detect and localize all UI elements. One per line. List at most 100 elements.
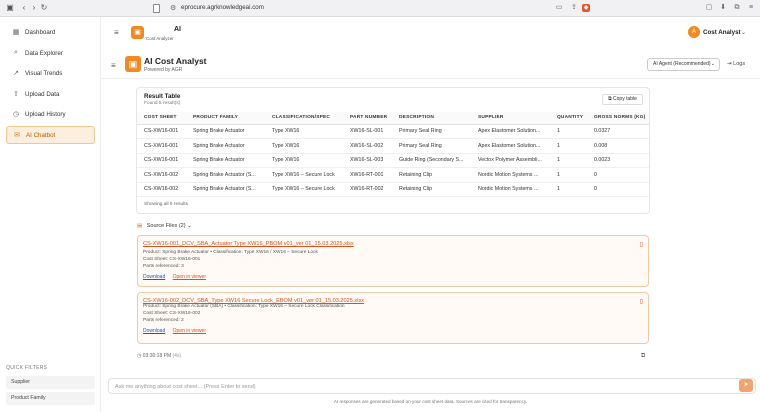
history-icon: ◷ — [12, 111, 20, 118]
source-file-product: Product: Spring Brake Actuator • Classif… — [143, 250, 318, 255]
table-cell: CS-XW16-002 — [137, 167, 186, 183]
site-info-icon[interactable]: ⚙ — [170, 4, 176, 12]
copy-icon: ⧉ — [608, 96, 612, 102]
download-icon[interactable]: ⬇ — [719, 4, 727, 12]
copy-table-button[interactable]: ⧉ Copy table — [602, 94, 643, 105]
chat-icon: ✉ — [14, 132, 20, 139]
quick-filter-product-family[interactable]: Product Family — [6, 392, 95, 405]
table-cell: 1 — [550, 167, 587, 183]
table-cell: CS-XW16-002 — [137, 182, 186, 197]
copy-icon[interactable]: ⧉ — [641, 353, 645, 360]
chevron-down-icon: ⌄ — [710, 61, 715, 67]
column-header: QUANTITY — [550, 112, 587, 125]
trend-icon: ↗ — [13, 70, 19, 77]
table-cell: CS-XW16-001 — [137, 153, 186, 168]
table-cell: 1 — [550, 182, 587, 197]
chevron-down-icon[interactable]: ⌄ — [741, 29, 746, 36]
table-cell: Nordic Motion Systems ... — [471, 182, 550, 197]
quick-filter-supplier[interactable]: Supplier — [6, 376, 95, 389]
table-cell: Guide Ring (Secondary S... — [392, 153, 471, 168]
table-cell: Retaining Clip — [392, 182, 471, 197]
avatar[interactable]: A — [688, 26, 700, 38]
source-files-toggle[interactable]: ▤ Source Files (2) ⌄ — [137, 223, 192, 229]
hamburger-icon[interactable]: ≡ — [114, 28, 119, 37]
source-file-actions: Download Open in viewer — [143, 274, 212, 280]
extension-icon[interactable]: ▭ — [555, 4, 563, 12]
column-header: PART NUMBER — [343, 112, 392, 125]
table-cell: XW16-RT-002 — [343, 182, 392, 197]
result-card: Result Table Found 5 result(s) ⧉ Copy ta… — [136, 87, 650, 214]
table-cell: 0 — [587, 167, 649, 183]
chevron-down-icon: ⌄ — [187, 223, 192, 229]
table-cell: Primary Seal Ring — [392, 124, 471, 139]
sidebar-item-label: Data Explorer — [25, 49, 63, 57]
table-cell: 1 — [550, 124, 587, 139]
source-file-product: Product: Spring Brake Actuator (SBA) • C… — [143, 304, 345, 309]
table-cell: Apex Elastomer Solution... — [471, 138, 550, 154]
table-cell: Type XW16 — [265, 124, 343, 139]
back-icon[interactable]: ‹ — [19, 3, 29, 13]
send-button[interactable]: ➤ — [739, 379, 753, 392]
table-cell: Spring Brake Actuator (S... — [186, 182, 265, 197]
document-icon: ▯ — [639, 242, 643, 248]
sidebar-icon[interactable]: ▢ — [705, 4, 713, 12]
agent-select[interactable]: AI Agent (Recommended) ⌄ — [647, 58, 720, 71]
table-cell: Type XW16 – Secure Lock — [265, 167, 343, 183]
top-header: ≡ ▣ AI Cost Analyzer — [101, 17, 760, 47]
source-file-parts: Parts referenced: 2 — [143, 318, 184, 323]
sidebar-toggle-icon[interactable]: ▣ — [5, 3, 15, 13]
result-title: Result Table — [144, 93, 181, 100]
result-footer: Showing all 5 results — [144, 202, 188, 207]
sidebar-item-label: Upload Data — [25, 90, 60, 98]
logs-button[interactable]: ⇥ Logs — [727, 61, 745, 67]
tabs-icon[interactable]: ⧉ — [733, 4, 741, 12]
download-link[interactable]: Download — [143, 328, 165, 334]
clock-icon: ◷ — [137, 353, 142, 359]
table-cell: Spring Brake Actuator — [186, 153, 265, 168]
table-cell: Nordic Motion Systems ... — [471, 167, 550, 183]
source-file-link[interactable]: CS-XW16-001_DCV_SBA_Actuator Type XW16_P… — [143, 241, 354, 247]
table-cell: 1 — [550, 153, 587, 168]
open-in-viewer-link[interactable]: Open in viewer — [173, 274, 206, 280]
table-cell: Spring Brake Actuator (S... — [186, 167, 265, 183]
app-header: ≡ ▣ AI Cost Analyst Powered by AGR AI Ag… — [101, 52, 760, 79]
timestamp-duration: (4s) — [172, 353, 182, 359]
sidebar-item-label: Dashboard — [25, 28, 56, 36]
table-cell: Type XW16 — [265, 138, 343, 154]
table-cell: Spring Brake Actuator — [186, 124, 265, 139]
user-name[interactable]: Cost Analyst — [703, 29, 741, 36]
chat-input[interactable] — [115, 381, 725, 392]
table-cell: 0.0327 — [587, 124, 649, 139]
sidebar-item-data-explorer[interactable]: ⌕ Data Explorer — [6, 44, 95, 62]
source-file-card: CS-XW16-001_DCV_SBA_Actuator Type XW16_P… — [137, 235, 649, 287]
share-icon[interactable]: ⇪ — [570, 4, 578, 12]
column-header: GROSS NORMS (KG) — [587, 112, 649, 125]
table-row: CS-XW16-001 Spring Brake Actuator Type X… — [137, 138, 649, 154]
result-table: COST SHEET PRODUCT FAMILY CLASSIFICATION… — [137, 112, 649, 197]
shield-icon[interactable]: ◆ — [582, 4, 590, 12]
menu-icon[interactable]: ≡ — [747, 4, 755, 12]
agent-select-value: AI Agent (Recommended) — [653, 61, 711, 67]
download-link[interactable]: Download — [143, 274, 165, 280]
forward-icon[interactable]: › — [29, 3, 39, 13]
sidebar-item-upload-history[interactable]: ◷ Upload History — [6, 105, 95, 123]
reload-icon[interactable]: ↻ — [39, 3, 49, 13]
column-header: PRODUCT FAMILY — [186, 112, 265, 125]
source-file-card: CS-XW16-002_DCV_SBA_Type XW16 Secure Loc… — [137, 292, 649, 344]
sidebar-item-visual-trends[interactable]: ↗ Visual Trends — [6, 64, 95, 82]
sidebar-item-ai-chatbot[interactable]: ✉ AI Chatbot — [6, 126, 95, 144]
sidebar-item-dashboard[interactable]: ▦ Dashboard — [6, 23, 95, 41]
table-cell: Apex Elastomer Solution... — [471, 124, 550, 139]
column-header: SUPPLIER — [471, 112, 550, 125]
tab-icon[interactable] — [153, 4, 160, 13]
message-timestamp: ◷ 03:30:18 PM (4s) — [137, 353, 181, 359]
app-logo-icon: ▣ — [131, 26, 144, 39]
source-files-header: Source Files (2) — [146, 223, 186, 229]
sidebar-item-upload-data[interactable]: ⇧ Upload Data — [6, 85, 95, 103]
address-bar[interactable]: eprocure.agrknowledgeai.com — [181, 4, 264, 11]
table-cell: XW16-SL-001 — [343, 124, 392, 139]
menu-icon[interactable]: ≡ — [111, 61, 116, 70]
open-in-viewer-link[interactable]: Open in viewer — [173, 328, 206, 334]
table-cell: Spring Brake Actuator — [186, 138, 265, 154]
table-row: CS-XW16-001 Spring Brake Actuator Type X… — [137, 124, 649, 139]
